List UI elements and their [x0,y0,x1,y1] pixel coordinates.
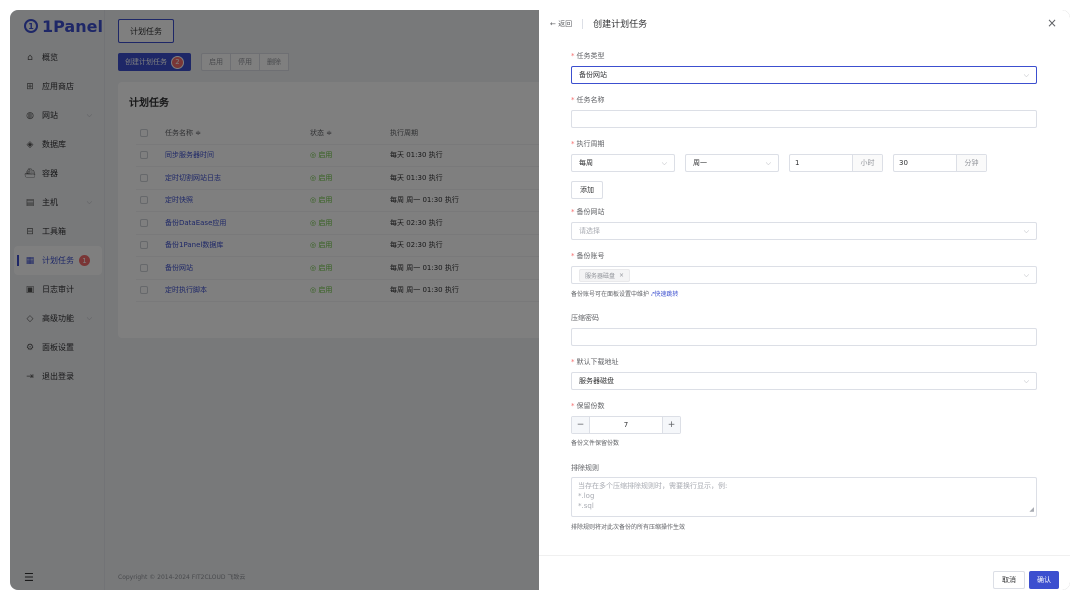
default-download-label: * 默认下载地址 [571,358,619,366]
cycle-minute-value: 30 [899,159,908,167]
chevron-down-icon: ⌵ [661,158,667,167]
placeholder-line: 当存在多个压缩排除规则时，需要换行显示，例: [578,482,728,490]
create-cronjob-drawer: ← 返回 创建计划任务 × * 任务类型 备份网站 ⌵ * 任务名称 * 执行周期 每… [539,10,1070,590]
backup-account-label: * 备份账号 [571,252,605,260]
cycle-weekday-value: 周一 [693,159,707,167]
chevron-down-icon: ⌵ [1023,376,1029,385]
increment-button[interactable]: + [662,417,680,433]
app-window: 1 1Panel ⌂ 概览 ⊞ 应用商店 ◍ 网站 ⌵ ◈ 数据库 ⛴ [10,10,1070,590]
tag-label: 服务器磁盘 [585,272,616,280]
header-divider [582,18,584,29]
back-link[interactable]: ← 返回 [550,19,572,29]
confirm-button[interactable]: 确认 [1029,571,1059,589]
exclude-rules-textarea[interactable]: 当存在多个压缩排除规则时，需要换行显示，例: *.log *.sql ◢ [571,477,1037,517]
retain-copies-label: * 保留份数 [571,402,605,410]
cycle-hour-value: 1 [795,159,800,167]
close-icon[interactable]: × [619,272,624,279]
close-icon[interactable]: × [1047,16,1057,30]
backup-site-placeholder: 请选择 [579,227,600,235]
task-type-label: * 任务类型 [571,52,605,60]
chevron-down-icon: ⌵ [1023,226,1029,235]
task-type-value: 备份网站 [579,71,607,79]
default-download-value: 服务器磁盘 [579,377,614,385]
task-name-label: * 任务名称 [571,96,605,104]
resize-handle-icon[interactable]: ◢ [1029,505,1034,515]
backup-site-select[interactable]: 请选择 ⌵ [571,222,1037,240]
minute-unit-label: 分钟 [956,155,986,171]
exclude-rules-label: 排除规则 [571,464,599,472]
hour-unit-label: 小时 [852,155,882,171]
exclude-rules-hint: 排除规则将对此次备份的所有压缩操作生效 [571,524,686,531]
default-download-select[interactable]: 服务器磁盘 ⌵ [571,372,1037,390]
compress-password-input[interactable] [571,328,1037,346]
decrement-button[interactable]: − [572,417,590,433]
retain-copies-value[interactable]: 7 [590,421,662,429]
cycle-hour-input[interactable]: 1 小时 [789,154,883,172]
placeholder-line: *.log [578,492,595,500]
backup-account-select[interactable]: 服务器磁盘 × ⌵ [571,266,1037,284]
cycle-weekday-select[interactable]: 周一 ⌵ [685,154,779,172]
retain-copies-stepper: − 7 + [571,416,681,434]
hint-text: 备份账号可在面板设置中维护 [571,291,650,298]
backup-site-label: * 备份网站 [571,208,605,216]
placeholder-line: *.sql [578,502,594,510]
cycle-period-select[interactable]: 每周 ⌵ [571,154,675,172]
cycle-minute-input[interactable]: 30 分钟 [893,154,987,172]
retain-copies-hint: 备份文件保留份数 [571,440,620,447]
cycle-label: * 执行周期 [571,140,605,148]
add-cycle-button[interactable]: 添加 [571,181,603,199]
backup-account-hint: 备份账号可在面板设置中维护 ⤤快速跳转 [571,289,678,299]
task-name-input[interactable] [571,110,1037,128]
chevron-down-icon: ⌵ [765,158,771,167]
drawer-header: ← 返回 创建计划任务 × [539,10,1070,37]
compress-password-label: 压缩密码 [571,314,599,322]
cancel-button[interactable]: 取消 [993,571,1025,589]
cycle-period-value: 每周 [579,159,593,167]
chevron-down-icon: ⌵ [1023,270,1029,279]
drawer-footer: 取消 确认 [539,555,1070,590]
quick-jump-link[interactable]: ⤤快速跳转 [651,291,678,298]
drawer-title: 创建计划任务 [593,20,648,30]
task-type-select[interactable]: 备份网站 ⌵ [571,66,1037,84]
backup-account-tag: 服务器磁盘 × [579,268,631,282]
chevron-down-icon: ⌵ [1023,70,1029,79]
